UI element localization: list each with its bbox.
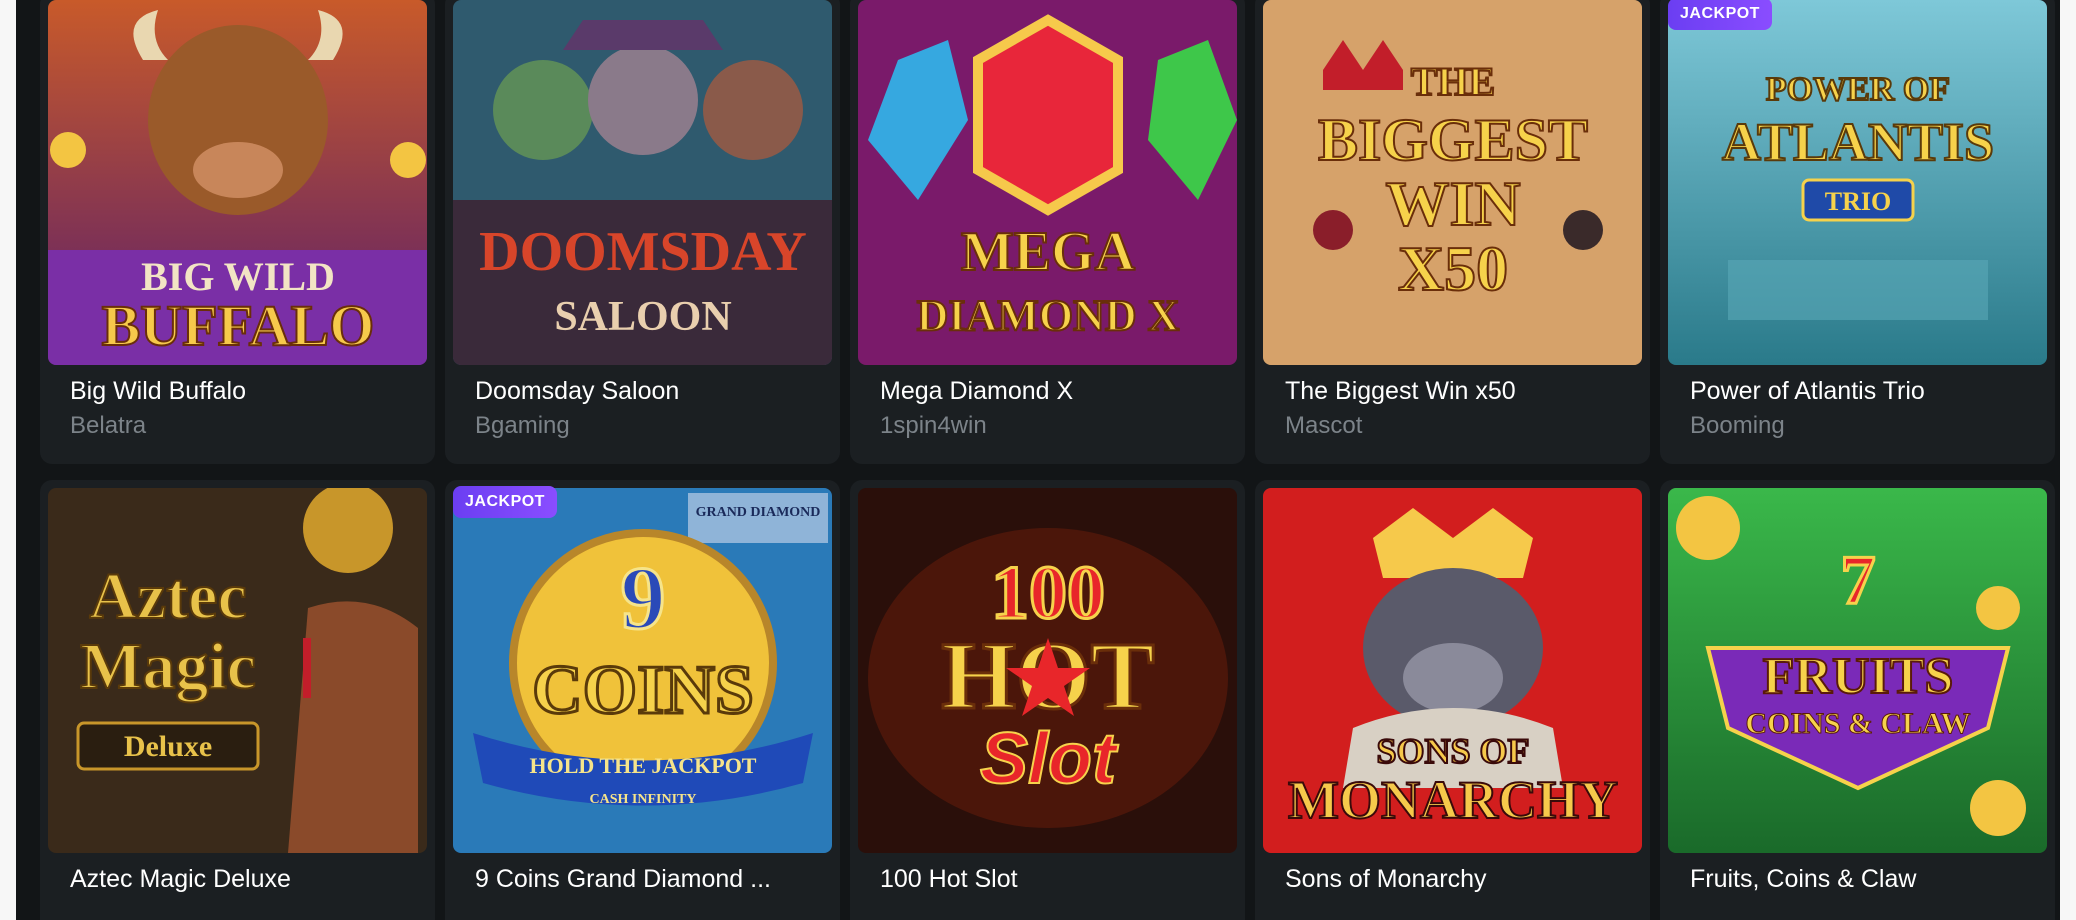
game-card-power-of-atlantis-trio[interactable]: POWER OF ATLANTIS TRIO JACKPOT Power of … [1660,0,2055,464]
logo-line: ATLANTIS [1722,112,1994,172]
game-title[interactable]: Big Wild Buffalo [70,377,246,406]
game-thumbnail[interactable]: Aztec Magic Deluxe [48,488,427,853]
logo-line: Magic [80,630,256,703]
game-thumbnail[interactable]: DOOMSDAY SALOON [453,0,832,365]
game-card-doomsday-saloon[interactable]: DOOMSDAY SALOON Doomsday Saloon Bgaming [445,0,840,464]
game-title[interactable]: Sons of Monarchy [1285,865,1487,894]
star-art: 100 HOT Slot [858,488,1237,853]
game-title[interactable]: The Biggest Win x50 [1285,377,1516,406]
game-card-9-coins-grand-diamond[interactable]: GRAND DIAMOND 9 COINS HOLD THE JACKPOT C… [445,480,840,920]
game-thumbnail[interactable]: SONS OF MONARCHY [1263,488,1642,853]
game-provider: Bgaming [475,412,570,439]
logo-line: SONS OF [1376,731,1529,771]
logo-line: GRAND DIAMOND [696,505,821,520]
game-card-aztec-magic-deluxe[interactable]: Aztec Magic Deluxe Aztec Magic Deluxe [40,480,435,920]
atlantis-art: POWER OF ATLANTIS TRIO [1668,0,2047,365]
logo-line: MEGA [961,221,1136,283]
cowboys-art: DOOMSDAY SALOON [453,0,832,365]
logo-line: POWER OF [1766,71,1950,108]
logo-line: Slot [980,719,1119,799]
fruit-art: 7 FRUITS COINS & CLAW [1668,488,2047,853]
game-title[interactable]: Aztec Magic Deluxe [70,865,291,894]
logo-line: SALOON [554,294,731,340]
logo-line: Aztec [89,560,247,633]
buffalo-art: BIG WILD BUFFALO [48,0,427,365]
logo-line: Deluxe [124,730,212,763]
logo-line: CASH INFINITY [590,792,697,807]
gem-art: MEGA DIAMOND X [858,0,1237,365]
game-thumbnail[interactable]: BIG WILD BUFFALO [48,0,427,365]
game-card-sons-of-monarchy[interactable]: SONS OF MONARCHY Sons of Monarchy [1255,480,1650,920]
game-card-100-hot-slot[interactable]: 100 HOT Slot 100 Hot Slot [850,480,1245,920]
game-thumbnail[interactable]: THE BIGGEST WIN X50 [1263,0,1642,365]
aztec-art: Aztec Magic Deluxe [48,488,427,853]
jackpot-badge: JACKPOT [1668,0,1772,30]
games-grid: BIG WILD BUFFALO Big Wild Buffalo Belatr… [40,0,2055,920]
logo-line: HOLD THE JACKPOT [530,753,757,778]
logo-line: MONARCHY [1288,770,1618,830]
game-thumbnail[interactable]: POWER OF ATLANTIS TRIO [1668,0,2047,365]
game-provider: Booming [1690,412,1785,439]
logo-line: COINS & CLAW [1745,707,1970,740]
game-title[interactable]: 9 Coins Grand Diamond ... [475,865,771,894]
game-title[interactable]: Mega Diamond X [880,377,1073,406]
logo-line: THE [1411,59,1495,104]
logo-line: 9 [621,549,666,648]
game-provider: Mascot [1285,412,1363,439]
game-card-the-biggest-win-x50[interactable]: THE BIGGEST WIN X50 The Biggest Win x50 … [1255,0,1650,464]
games-panel: BIG WILD BUFFALO Big Wild Buffalo Belatr… [16,0,2060,920]
game-card-fruits-coins-claw[interactable]: 7 FRUITS COINS & CLAW Fruits, Coins & Cl… [1660,480,2055,920]
logo-line: COINS [532,652,754,729]
logo-line: TRIO [1825,187,1891,216]
logo-line: X50 [1398,233,1508,304]
coin-art: GRAND DIAMOND 9 COINS HOLD THE JACKPOT C… [453,488,832,853]
jackpot-badge: JACKPOT [453,486,557,518]
crown-art: THE BIGGEST WIN X50 [1263,0,1642,365]
game-card-mega-diamond-x[interactable]: MEGA DIAMOND X Mega Diamond X 1spin4win [850,0,1245,464]
logo-line: DIAMOND X [917,291,1180,340]
game-title[interactable]: Fruits, Coins & Claw [1690,865,1916,894]
gorilla-art: SONS OF MONARCHY [1263,488,1642,853]
logo-line: BIGGEST [1318,107,1588,173]
game-thumbnail[interactable]: 7 FRUITS COINS & CLAW [1668,488,2047,853]
logo-line: 7 [1841,542,1876,619]
logo-line: FRUITS [1763,648,1954,705]
game-card-big-wild-buffalo[interactable]: BIG WILD BUFFALO Big Wild Buffalo Belatr… [40,0,435,464]
game-thumbnail[interactable]: 100 HOT Slot [858,488,1237,853]
game-title[interactable]: 100 Hot Slot [880,865,1018,894]
game-title[interactable]: Power of Atlantis Trio [1690,377,1925,406]
game-provider: Belatra [70,412,147,439]
game-title[interactable]: Doomsday Saloon [475,377,679,406]
logo-line: DOOMSDAY [479,221,807,283]
logo-line: WIN [1385,168,1520,239]
game-thumbnail[interactable]: MEGA DIAMOND X [858,0,1237,365]
game-provider: 1spin4win [880,412,987,439]
logo-line: BUFFALO [102,293,375,358]
game-thumbnail[interactable]: GRAND DIAMOND 9 COINS HOLD THE JACKPOT C… [453,488,832,853]
